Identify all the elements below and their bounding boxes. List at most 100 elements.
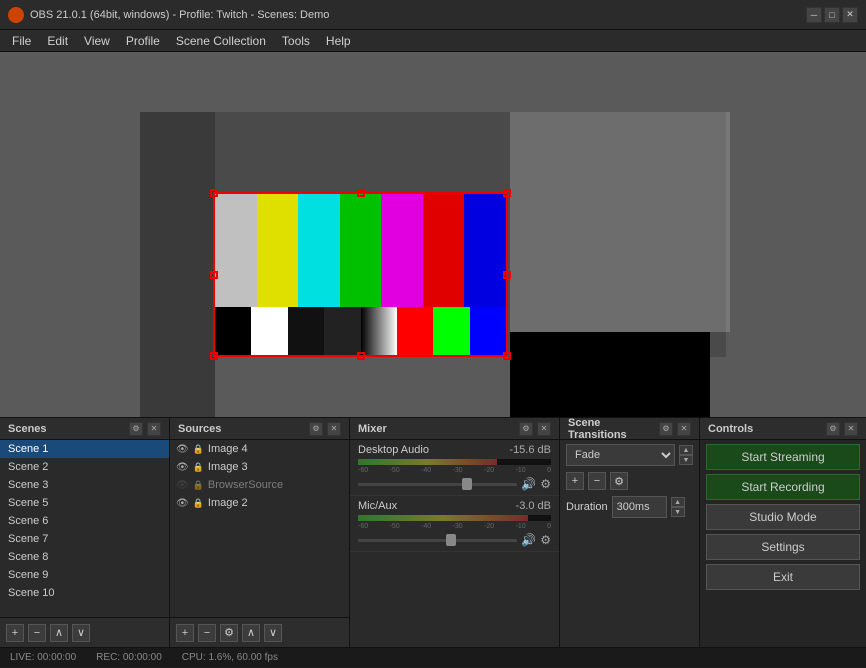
- minimize-button[interactable]: ─: [806, 7, 822, 23]
- scene-item[interactable]: Scene 10: [0, 584, 169, 602]
- transition-add-button[interactable]: +: [566, 472, 584, 490]
- scene-item[interactable]: Scene 5: [0, 494, 169, 512]
- menu-scene-collection[interactable]: Scene Collection: [168, 32, 274, 50]
- scenes-footer: + − ∧ ∨: [0, 617, 169, 647]
- desktop-audio-level: [358, 459, 551, 465]
- maximize-button[interactable]: □: [824, 7, 840, 23]
- scene-item[interactable]: Scene 9: [0, 566, 169, 584]
- source-name: Image 2: [208, 497, 248, 509]
- status-bar: LIVE: 00:00:00 REC: 00:00:00 CPU: 1.6%, …: [0, 647, 866, 667]
- controls-config-icon[interactable]: ⚙: [826, 422, 840, 436]
- window-controls: ─ □ ✕: [806, 7, 858, 23]
- mixer-close-icon[interactable]: ✕: [537, 422, 551, 436]
- mic-aux-db: -3.0 dB: [516, 500, 551, 512]
- transitions-config-icon[interactable]: ⚙: [659, 422, 673, 436]
- transition-remove-button[interactable]: −: [588, 472, 606, 490]
- transition-type-select[interactable]: Fade Cut Swipe: [566, 444, 675, 466]
- window-title: OBS 21.0.1 (64bit, windows) - Profile: T…: [30, 9, 806, 21]
- handle-tr[interactable]: [503, 189, 511, 197]
- desktop-audio-fader-row: 🔊 ⚙: [358, 477, 551, 491]
- eye-icon[interactable]: 👁: [176, 444, 189, 455]
- transition-type-up[interactable]: ▲: [679, 445, 693, 455]
- source-settings-button[interactable]: ⚙: [220, 624, 238, 642]
- transition-actions-row: + − ⚙: [560, 470, 699, 492]
- handle-tl[interactable]: [210, 189, 218, 197]
- menu-help[interactable]: Help: [318, 32, 359, 50]
- desktop-audio-markers: -60-50-40-30-20-100: [358, 467, 551, 474]
- mic-aux-settings[interactable]: ⚙: [540, 533, 551, 547]
- eye-closed-icon[interactable]: 👁: [176, 480, 189, 491]
- sources-close-icon[interactable]: ✕: [327, 422, 341, 436]
- cpu-status: CPU: 1.6%, 60.00 fps: [182, 652, 278, 663]
- scene-item[interactable]: Scene 3: [0, 476, 169, 494]
- scene-add-button[interactable]: +: [6, 624, 24, 642]
- exit-button[interactable]: Exit: [706, 564, 860, 590]
- mixer-title: Mixer: [358, 423, 387, 435]
- duration-input[interactable]: [612, 496, 667, 518]
- handle-ml[interactable]: [210, 271, 218, 279]
- menu-view[interactable]: View: [76, 32, 118, 50]
- source-add-button[interactable]: +: [176, 624, 194, 642]
- scene-item[interactable]: Scene 1: [0, 440, 169, 458]
- controls-title: Controls: [708, 423, 753, 435]
- transition-settings-button[interactable]: ⚙: [610, 472, 628, 490]
- desktop-audio-fader[interactable]: [358, 483, 517, 486]
- transition-type-down[interactable]: ▼: [679, 455, 693, 465]
- duration-down[interactable]: ▼: [671, 507, 685, 517]
- source-remove-button[interactable]: −: [198, 624, 216, 642]
- handle-bm[interactable]: [357, 352, 365, 360]
- handle-bl[interactable]: [210, 352, 218, 360]
- scene-item[interactable]: Scene 7: [0, 530, 169, 548]
- menu-file[interactable]: File: [4, 32, 39, 50]
- menu-edit[interactable]: Edit: [39, 32, 76, 50]
- transitions-title: Scene Transitions: [568, 417, 659, 441]
- preview-area: [0, 52, 866, 417]
- scene-down-button[interactable]: ∨: [72, 624, 90, 642]
- transitions-close-icon[interactable]: ✕: [677, 422, 691, 436]
- lock-icon[interactable]: 🔒: [193, 498, 204, 509]
- controls-panel: Controls ⚙ ✕ Start Streaming Start Recor…: [700, 418, 866, 647]
- start-recording-button[interactable]: Start Recording: [706, 474, 860, 500]
- source-name: Image 3: [208, 461, 248, 473]
- source-up-button[interactable]: ∧: [242, 624, 260, 642]
- close-button[interactable]: ✕: [842, 7, 858, 23]
- handle-mr[interactable]: [503, 271, 511, 279]
- scene-item[interactable]: Scene 6: [0, 512, 169, 530]
- duration-label: Duration: [566, 501, 608, 513]
- desktop-audio-mute[interactable]: 🔊: [521, 477, 536, 491]
- mic-aux-fader[interactable]: [358, 539, 517, 542]
- desktop-audio-settings[interactable]: ⚙: [540, 477, 551, 491]
- mic-aux-mute[interactable]: 🔊: [521, 533, 536, 547]
- scene-item[interactable]: Scene 2: [0, 458, 169, 476]
- menu-profile[interactable]: Profile: [118, 32, 168, 50]
- menu-tools[interactable]: Tools: [274, 32, 318, 50]
- sources-footer: + − ⚙ ∧ ∨: [170, 617, 349, 647]
- scenes-config-icon[interactable]: ⚙: [129, 422, 143, 436]
- sources-config-icon[interactable]: ⚙: [309, 422, 323, 436]
- lock-icon[interactable]: 🔒: [193, 444, 204, 455]
- eye-icon[interactable]: 👁: [176, 498, 189, 509]
- source-down-button[interactable]: ∨: [264, 624, 282, 642]
- mic-aux-level: [358, 515, 551, 521]
- scene-remove-button[interactable]: −: [28, 624, 46, 642]
- source-item[interactable]: 👁 🔒 Image 3: [170, 458, 349, 476]
- duration-row: Duration ▲ ▼: [560, 492, 699, 522]
- source-name: Image 4: [208, 443, 248, 455]
- lock-icon[interactable]: 🔒: [193, 462, 204, 473]
- source-item[interactable]: 👁 🔒 Image 4: [170, 440, 349, 458]
- lock-icon[interactable]: 🔒: [193, 480, 204, 491]
- handle-br[interactable]: [503, 352, 511, 360]
- scene-item[interactable]: Scene 8: [0, 548, 169, 566]
- settings-button[interactable]: Settings: [706, 534, 860, 560]
- duration-up[interactable]: ▲: [671, 497, 685, 507]
- handle-tm[interactable]: [357, 189, 365, 197]
- studio-mode-button[interactable]: Studio Mode: [706, 504, 860, 530]
- scenes-close-icon[interactable]: ✕: [147, 422, 161, 436]
- start-streaming-button[interactable]: Start Streaming: [706, 444, 860, 470]
- scene-up-button[interactable]: ∧: [50, 624, 68, 642]
- mixer-config-icon[interactable]: ⚙: [519, 422, 533, 436]
- source-item[interactable]: 👁🔒BrowserSource: [170, 476, 349, 494]
- source-item[interactable]: 👁 🔒 Image 2: [170, 494, 349, 512]
- eye-icon[interactable]: 👁: [176, 462, 189, 473]
- controls-close-icon[interactable]: ✕: [844, 422, 858, 436]
